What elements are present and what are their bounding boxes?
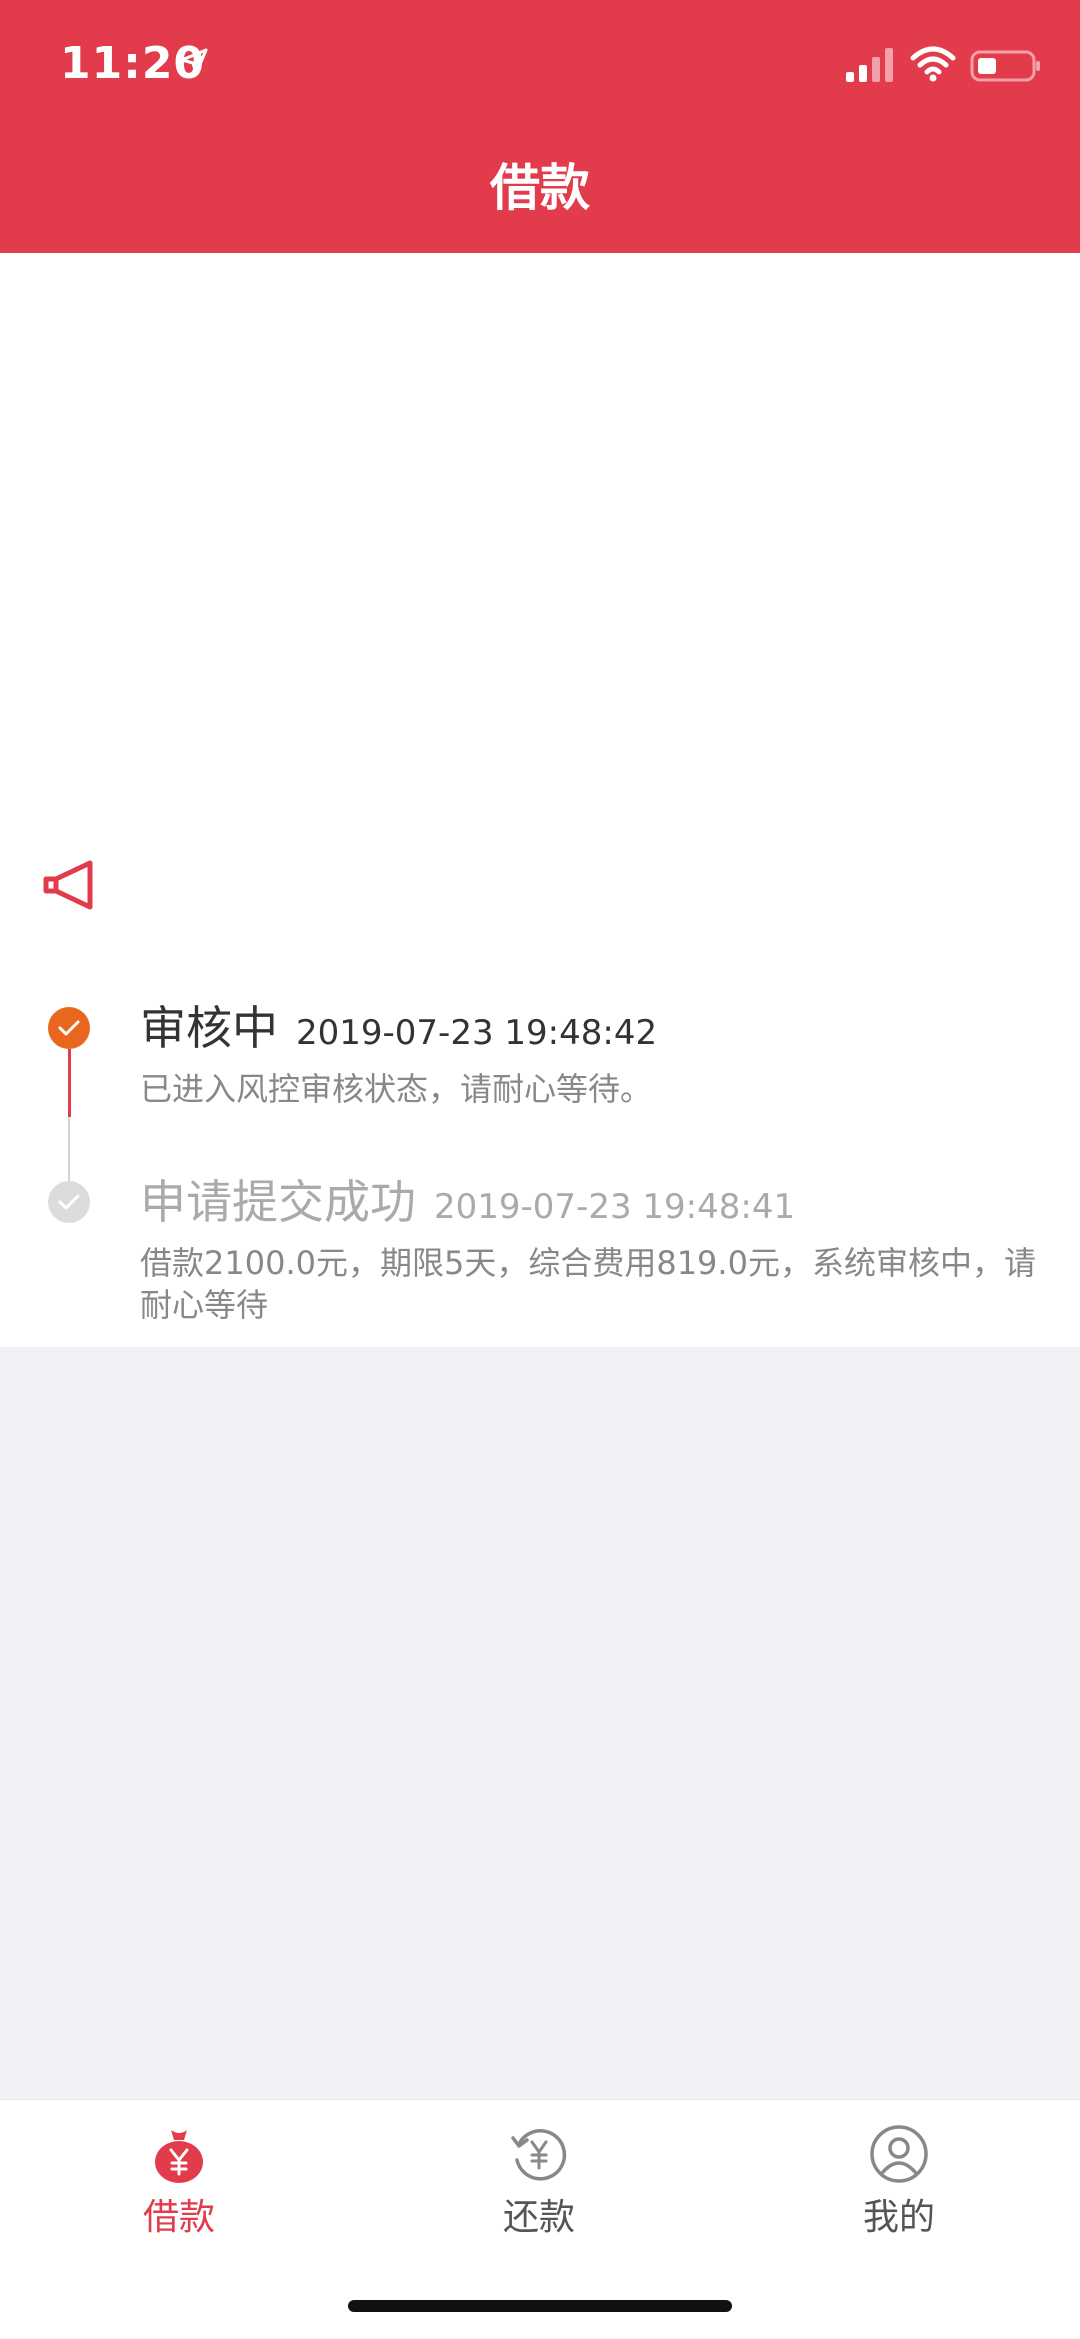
step-reviewing-title: 审核中 2019-07-23 19:48:42	[140, 998, 657, 1063]
step-timestamp: 2019-07-23 19:48:41	[434, 1187, 796, 1227]
timeline-connector	[68, 1117, 70, 1181]
page-title: 借款	[490, 159, 590, 217]
repay-cycle-icon	[511, 2129, 567, 2181]
location-arrow-icon	[180, 48, 208, 76]
money-bag-icon	[155, 2130, 203, 2183]
step-title-text: 审核中	[140, 1001, 278, 1055]
app-screen: 11:20 借款 审核中 2019-07-23 19:48:42 已进入风控审核…	[0, 0, 1080, 2339]
step-active-check-icon	[48, 1007, 90, 1049]
tab-borrow-label: 借款	[142, 2197, 215, 2238]
signal-strength-icon	[846, 48, 893, 82]
home-indicator[interactable]	[348, 2300, 732, 2312]
tab-repay[interactable]: 还款	[439, 2122, 639, 2242]
step-reviewing-description: 已进入风控审核状态，请耐心等待。	[140, 1070, 653, 1108]
wifi-icon	[910, 46, 956, 82]
user-circle-icon	[870, 2125, 928, 2183]
announcement-icon[interactable]	[38, 853, 102, 917]
tab-mine[interactable]: 我的	[799, 2122, 999, 2242]
header-bar: 11:20 借款	[0, 0, 1080, 253]
step-submitted-title: 申请提交成功 2019-07-23 19:48:41	[140, 1172, 795, 1237]
battery-icon	[970, 50, 1040, 82]
tab-repay-label: 还款	[502, 2197, 575, 2238]
step-done-check-icon	[48, 1181, 90, 1223]
tab-mine-label: 我的	[862, 2197, 935, 2238]
tab-borrow[interactable]: 借款	[79, 2122, 279, 2242]
step-timestamp: 2019-07-23 19:48:42	[296, 1013, 658, 1053]
timeline-connector-active	[68, 1049, 71, 1117]
step-submitted-description: 借款2100.0元，期限5天，综合费用819.0元，系统审核中，请耐心等待	[140, 1244, 1036, 1324]
step-title-text: 申请提交成功	[140, 1175, 416, 1229]
